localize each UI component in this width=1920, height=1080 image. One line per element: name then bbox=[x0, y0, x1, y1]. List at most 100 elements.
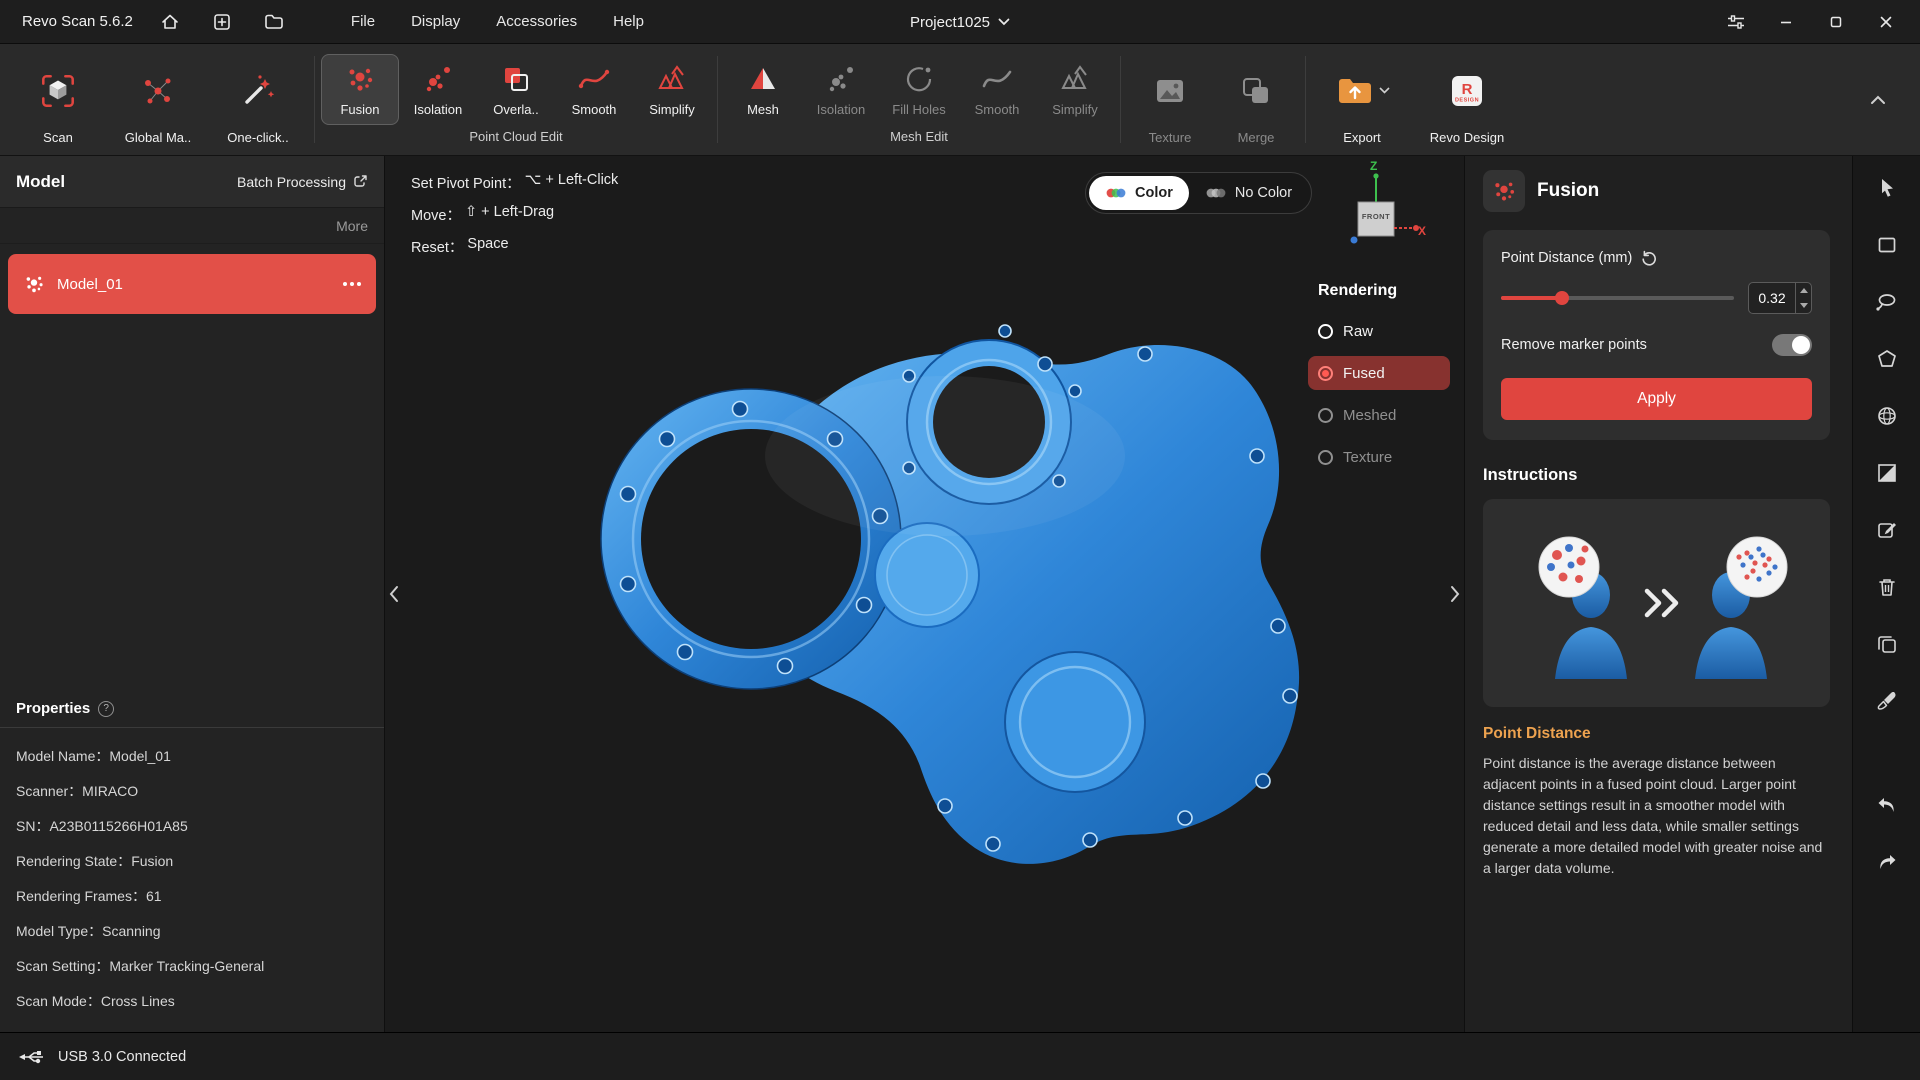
batch-processing-button[interactable]: Batch Processing bbox=[237, 174, 368, 190]
scan-icon bbox=[37, 54, 79, 127]
point-smooth-label: Smooth bbox=[572, 102, 617, 117]
redo-button[interactable] bbox=[1865, 841, 1909, 885]
polygon-select-button[interactable] bbox=[1865, 337, 1909, 381]
point-cloud-edit-group: Fusion Isolation Overla.. bbox=[321, 44, 711, 155]
home-button[interactable] bbox=[155, 7, 185, 37]
external-link-icon bbox=[353, 174, 368, 189]
sphere-view-button[interactable] bbox=[1865, 394, 1909, 438]
rendering-option-raw[interactable]: Raw bbox=[1308, 314, 1450, 348]
model-list-item[interactable]: Model_01 bbox=[8, 254, 376, 314]
mesh-smooth-button[interactable]: Smooth bbox=[958, 54, 1036, 125]
paintbrush-button[interactable] bbox=[1865, 679, 1909, 723]
radio-icon bbox=[1318, 450, 1333, 465]
viewport-3d[interactable]: Set Pivot Point： ⌥ + Left-Click Move： ⇧ … bbox=[385, 156, 1464, 1032]
gizmo-front-label: FRONT bbox=[1358, 212, 1394, 221]
global-markers-button[interactable]: Global Ma.. bbox=[108, 44, 208, 155]
property-row-rendering-frames: Rendering Frames：61 bbox=[0, 878, 384, 913]
model-header: Model Batch Processing bbox=[0, 156, 384, 208]
undo-icon bbox=[1875, 794, 1899, 818]
help-icon[interactable]: ? bbox=[98, 701, 114, 717]
no-color-mode-button[interactable]: No Color bbox=[1189, 176, 1308, 210]
point-isolation-icon bbox=[421, 61, 455, 97]
color-mode-button[interactable]: Color bbox=[1089, 176, 1189, 210]
plane-cut-button[interactable] bbox=[1865, 451, 1909, 495]
fill-holes-icon bbox=[902, 61, 936, 97]
undo-button[interactable] bbox=[1865, 784, 1909, 828]
app-title: Revo Scan 5.6.2 bbox=[22, 13, 133, 30]
axis-x-label: X bbox=[1418, 224, 1426, 238]
select-cursor-button[interactable] bbox=[1865, 166, 1909, 210]
overlap-detection-button[interactable]: Overla.. bbox=[477, 54, 555, 125]
edit-pen-icon bbox=[1875, 518, 1899, 542]
edit-pen-button[interactable] bbox=[1865, 508, 1909, 552]
point-distance-slider[interactable] bbox=[1501, 291, 1734, 305]
stepper-up-button[interactable] bbox=[1796, 283, 1811, 298]
menu-file[interactable]: File bbox=[351, 13, 375, 30]
rect-select-button[interactable] bbox=[1865, 223, 1909, 267]
project-switcher[interactable]: Project1025 bbox=[910, 0, 1010, 44]
global-markers-label: Global Ma.. bbox=[125, 127, 191, 147]
reset-point-distance-button[interactable] bbox=[1641, 250, 1657, 266]
point-smooth-button[interactable]: Smooth bbox=[555, 54, 633, 125]
one-click-button[interactable]: One-click.. bbox=[208, 44, 308, 155]
fusion-button[interactable]: Fusion bbox=[321, 54, 399, 125]
point-distance-input[interactable]: 0.32 bbox=[1748, 282, 1812, 314]
remove-marker-points-toggle[interactable] bbox=[1772, 334, 1812, 356]
open-project-button[interactable] bbox=[259, 7, 289, 37]
orientation-gizmo[interactable]: Z X FRONT bbox=[1314, 162, 1438, 258]
ribbon-toolbar: Scan Global Ma.. One-click.. Fusion bbox=[0, 44, 1920, 156]
lasso-select-button[interactable] bbox=[1865, 280, 1909, 324]
ribbon-collapse-button[interactable] bbox=[1856, 78, 1900, 122]
new-project-button[interactable] bbox=[207, 7, 237, 37]
point-simplify-button[interactable]: Simplify bbox=[633, 54, 711, 125]
point-isolation-label: Isolation bbox=[414, 102, 462, 117]
model-item-menu-button[interactable] bbox=[342, 281, 362, 287]
revo-design-button[interactable]: RDESIGN Revo Design bbox=[1412, 44, 1522, 155]
rendering-option-texture[interactable]: Texture bbox=[1308, 440, 1450, 474]
display-settings-button[interactable] bbox=[1716, 5, 1756, 39]
minimize-button[interactable] bbox=[1766, 5, 1806, 39]
stepper-down-button[interactable] bbox=[1796, 298, 1811, 313]
rgb-dots-icon bbox=[1105, 186, 1127, 200]
mesh-button[interactable]: Mesh bbox=[724, 54, 802, 125]
point-isolation-button[interactable]: Isolation bbox=[399, 54, 477, 125]
trash-icon bbox=[1875, 575, 1899, 599]
mesh-simplify-button[interactable]: Simplify bbox=[1036, 54, 1114, 125]
model-item-name: Model_01 bbox=[57, 276, 123, 293]
menu-help[interactable]: Help bbox=[613, 13, 644, 30]
lasso-select-icon bbox=[1875, 290, 1899, 314]
menu-display[interactable]: Display bbox=[411, 13, 460, 30]
point-cloud-icon bbox=[22, 272, 46, 296]
export-button[interactable]: Export bbox=[1312, 44, 1412, 155]
fill-holes-button[interactable]: Fill Holes bbox=[880, 54, 958, 125]
plane-cut-icon bbox=[1875, 461, 1899, 485]
ellipsis-icon bbox=[342, 281, 362, 287]
rendering-option-meshed[interactable]: Meshed bbox=[1308, 398, 1450, 432]
duplicate-button[interactable] bbox=[1865, 622, 1909, 666]
slider-thumb[interactable] bbox=[1555, 291, 1569, 305]
merge-button[interactable]: Merge bbox=[1213, 44, 1299, 155]
mesh-simplify-label: Simplify bbox=[1052, 102, 1098, 117]
stepper bbox=[1795, 283, 1811, 313]
fusion-settings-card: Point Distance (mm) 0.32 bbox=[1483, 230, 1830, 440]
scanned-model[interactable] bbox=[385, 156, 1464, 1032]
maximize-button[interactable] bbox=[1816, 5, 1856, 39]
menu-accessories[interactable]: Accessories bbox=[496, 13, 577, 30]
more-button[interactable]: More bbox=[336, 218, 368, 234]
rendering-title: Rendering bbox=[1308, 282, 1450, 300]
apply-button[interactable]: Apply bbox=[1501, 378, 1812, 420]
mesh-isolation-button[interactable]: Isolation bbox=[802, 54, 880, 125]
usb-status-text: USB 3.0 Connected bbox=[58, 1049, 186, 1065]
point-distance-value: 0.32 bbox=[1749, 283, 1795, 313]
instructions-card bbox=[1483, 499, 1830, 707]
scan-button[interactable]: Scan bbox=[8, 44, 108, 155]
close-button[interactable] bbox=[1866, 5, 1906, 39]
rendering-option-fused[interactable]: Fused bbox=[1308, 356, 1450, 390]
collapse-left-panel-button[interactable] bbox=[385, 566, 403, 622]
collapse-right-panel-button[interactable] bbox=[1446, 566, 1464, 622]
delete-button[interactable] bbox=[1865, 565, 1909, 609]
fusion-icon bbox=[343, 61, 377, 97]
group-label-mesh-edit: Mesh Edit bbox=[724, 129, 1114, 155]
texture-button[interactable]: Texture bbox=[1127, 44, 1213, 155]
fusion-icon bbox=[1483, 170, 1525, 212]
